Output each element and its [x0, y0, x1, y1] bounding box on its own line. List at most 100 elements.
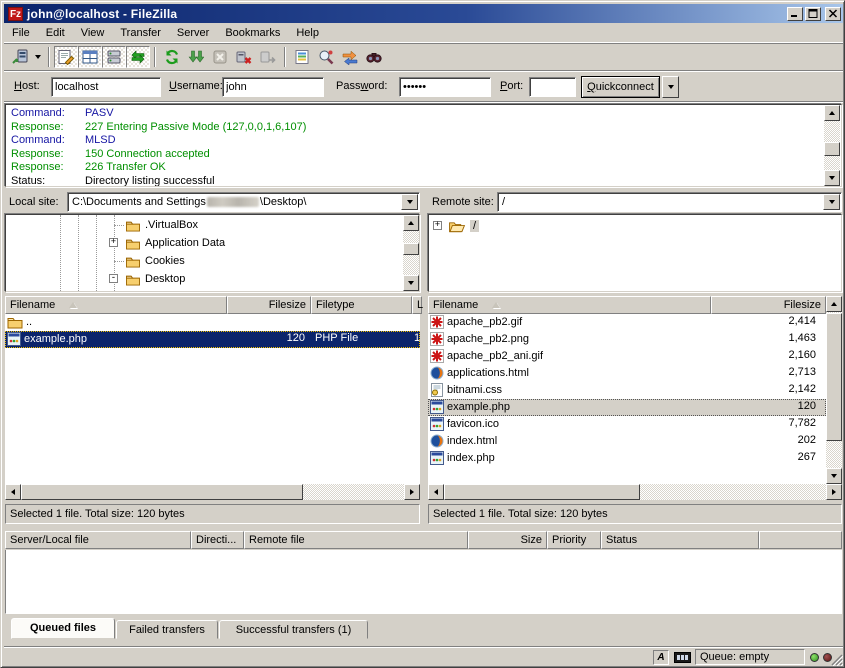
local-site-combobox[interactable]: C:\Documents and Settings\Desktop\	[67, 192, 420, 212]
scrollbar-thumb[interactable]	[21, 484, 303, 500]
toggle-remote-tree-button[interactable]	[102, 46, 126, 68]
quickconnect-button[interactable]: Quickconnect	[581, 76, 660, 98]
file-row-selected[interactable]: example.php 120	[428, 399, 826, 416]
remote-vertical-scrollbar[interactable]	[826, 296, 842, 484]
directory-comparison-button[interactable]	[314, 46, 338, 68]
minimize-button[interactable]	[787, 7, 803, 21]
expand-icon[interactable]: +	[109, 238, 118, 247]
site-manager-dropdown-icon[interactable]	[32, 46, 44, 68]
column-header-direction[interactable]: Directi...	[191, 531, 244, 549]
file-row-example-php[interactable]: example.php 120 PHP File 1	[5, 331, 420, 348]
column-header-filesize[interactable]: Filesize	[227, 296, 311, 314]
menu-help[interactable]: Help	[288, 24, 327, 42]
file-row[interactable]: apache_pb2_ani.gif 2,160	[428, 348, 826, 365]
refresh-button[interactable]	[160, 46, 184, 68]
filter-button[interactable]	[290, 46, 314, 68]
scrollbar-thumb[interactable]	[444, 484, 640, 500]
column-header-filename[interactable]: Filename	[5, 296, 227, 314]
menu-bookmarks[interactable]: Bookmarks	[217, 24, 288, 42]
local-directory-tree: .VirtualBox + Application Data Cookies -…	[5, 214, 420, 292]
sort-ascending-icon	[69, 302, 77, 308]
remote-site-combobox[interactable]: /	[497, 192, 842, 212]
local-horizontal-scrollbar[interactable]	[5, 484, 420, 500]
resize-grip[interactable]	[829, 652, 843, 666]
maximize-button[interactable]	[805, 7, 821, 21]
scroll-up-icon[interactable]	[826, 296, 842, 312]
find-files-button[interactable]	[362, 46, 386, 68]
port-input[interactable]	[529, 77, 576, 97]
site-manager-button[interactable]	[8, 46, 32, 68]
scroll-up-icon[interactable]	[403, 215, 419, 231]
collapse-icon[interactable]: -	[109, 274, 118, 283]
tree-item-cookies[interactable]: Cookies	[6, 252, 419, 270]
column-header-filename[interactable]: Filename	[428, 296, 711, 314]
synchronized-browsing-button[interactable]	[338, 46, 362, 68]
close-button[interactable]	[825, 7, 841, 21]
file-row[interactable]: index.php 267	[428, 450, 826, 467]
scroll-right-icon[interactable]	[826, 484, 842, 500]
menu-file[interactable]: File	[4, 24, 38, 42]
queue-list[interactable]	[5, 550, 842, 614]
tree-item-desktop[interactable]: - Desktop	[6, 270, 419, 288]
local-site-bar: Local site: C:\Documents and Settings\De…	[1, 191, 423, 213]
encryption-indicator-icon[interactable]	[674, 652, 691, 663]
tab-successful-transfers[interactable]: Successful transfers (1)	[219, 620, 368, 639]
title-bar[interactable]: Fz john@localhost - FileZilla	[4, 4, 843, 23]
scroll-left-icon[interactable]	[5, 484, 21, 500]
menu-transfer[interactable]: Transfer	[112, 24, 169, 42]
combo-dropdown-icon[interactable]	[401, 194, 418, 210]
scroll-up-icon[interactable]	[824, 105, 840, 121]
menu-server[interactable]: Server	[169, 24, 217, 42]
column-header-status[interactable]: Status	[601, 531, 759, 549]
tree-item-root[interactable]: + /	[429, 217, 841, 235]
menu-view[interactable]: View	[73, 24, 113, 42]
remote-path: /	[502, 196, 505, 208]
column-header-last-modified[interactable]: L	[412, 296, 422, 314]
file-row[interactable]: applications.html 2,713	[428, 365, 826, 382]
column-header-server-local-file[interactable]: Server/Local file	[5, 531, 191, 549]
quickconnect-dropdown-icon[interactable]	[662, 76, 679, 98]
process-queue-button[interactable]	[184, 46, 208, 68]
password-input[interactable]	[399, 77, 491, 97]
log-line: Response:150 Connection accepted	[6, 148, 841, 162]
scroll-down-icon[interactable]	[826, 468, 842, 484]
expand-icon[interactable]: +	[433, 221, 442, 230]
file-row[interactable]: apache_pb2.png 1,463	[428, 331, 826, 348]
scroll-down-icon[interactable]	[824, 170, 840, 186]
remote-horizontal-scrollbar[interactable]	[428, 484, 842, 500]
username-input[interactable]	[222, 77, 324, 97]
toggle-message-log-button[interactable]	[54, 46, 78, 68]
scrollbar-thumb[interactable]	[826, 313, 842, 441]
tree-item-virtualbox[interactable]: .VirtualBox	[6, 216, 419, 234]
file-row[interactable]: favicon.ico 7,782	[428, 416, 826, 433]
reconnect-button[interactable]	[256, 46, 280, 68]
ascii-datatype-indicator[interactable]: A	[653, 650, 669, 665]
combo-dropdown-icon[interactable]	[823, 194, 840, 210]
scroll-down-icon[interactable]	[403, 275, 419, 291]
cancel-operation-button[interactable]	[208, 46, 232, 68]
file-row[interactable]: bitnami.css 2,142	[428, 382, 826, 399]
tab-failed-transfers[interactable]: Failed transfers	[116, 620, 218, 639]
file-row[interactable]: index.html 202	[428, 433, 826, 450]
file-row-updir[interactable]: ..	[5, 314, 420, 331]
column-header-priority[interactable]: Priority	[547, 531, 601, 549]
log-scrollbar[interactable]	[824, 105, 840, 186]
toggle-local-tree-button[interactable]	[78, 46, 102, 68]
local-tree-scrollbar[interactable]	[403, 215, 419, 291]
host-input[interactable]	[51, 77, 161, 97]
toggle-transfer-queue-button[interactable]	[126, 46, 150, 68]
column-header-remote-file[interactable]: Remote file	[244, 531, 468, 549]
column-header-filetype[interactable]: Filetype	[311, 296, 412, 314]
tree-item-application-data[interactable]: + Application Data	[6, 234, 419, 252]
column-header-filesize[interactable]: Filesize	[711, 296, 826, 314]
column-header-size[interactable]: Size	[468, 531, 547, 549]
port-label: Port:	[500, 80, 523, 92]
disconnect-button[interactable]	[232, 46, 256, 68]
scroll-left-icon[interactable]	[428, 484, 444, 500]
menu-edit[interactable]: Edit	[38, 24, 73, 42]
scrollbar-thumb[interactable]	[824, 142, 840, 156]
scrollbar-thumb[interactable]	[403, 243, 419, 255]
scroll-right-icon[interactable]	[404, 484, 420, 500]
tab-queued-files[interactable]: Queued files	[11, 618, 115, 639]
file-row[interactable]: apache_pb2.gif 2,414	[428, 314, 826, 331]
